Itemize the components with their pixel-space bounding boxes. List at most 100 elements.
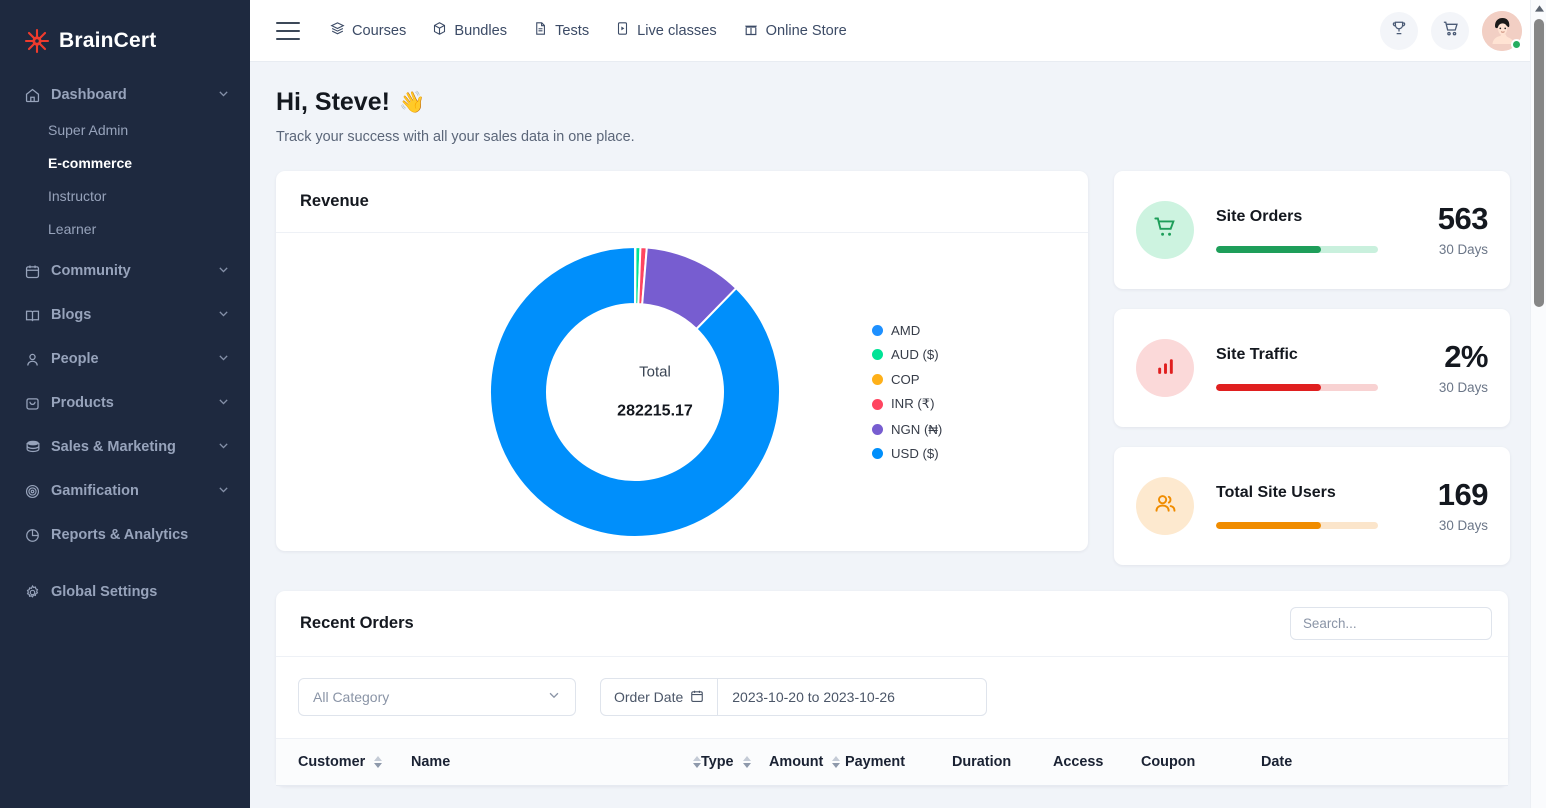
online-status-indicator <box>1511 39 1522 50</box>
sidebar-item-blogs[interactable]: Blogs <box>0 296 250 334</box>
legend-item[interactable]: NGN (₦) <box>872 422 942 437</box>
brand-logo[interactable]: BrainCert <box>0 0 250 62</box>
table-header-duration: Duration <box>952 754 1053 770</box>
users-icon <box>1152 490 1179 522</box>
calendar-icon <box>690 689 704 706</box>
sidebar-item-global-settings[interactable]: Global Settings <box>0 573 250 611</box>
topbar-actions <box>1380 11 1522 51</box>
top-navigation: Courses Bundles Te <box>330 21 847 41</box>
sort-toggle-icon[interactable] <box>693 756 701 768</box>
sidebar-item-sales-marketing[interactable]: Sales & Marketing <box>0 428 250 466</box>
order-date-button[interactable]: Order Date <box>601 679 718 715</box>
dashboard-top-row: Revenue Total 282215.17 AMDAUD <box>276 171 1510 565</box>
sidebar-item-people[interactable]: People <box>0 340 250 378</box>
chevron-down-icon <box>217 87 230 104</box>
stat-content: Total Site Users <box>1216 484 1404 529</box>
legend-label: AUD ($) <box>891 347 939 362</box>
user-avatar[interactable] <box>1482 11 1522 51</box>
stat-value: 2% <box>1404 341 1488 372</box>
sidebar-item-gamification[interactable]: Gamification <box>0 472 250 510</box>
stat-content: Site Traffic <box>1216 346 1404 391</box>
table-header-access: Access <box>1053 754 1141 770</box>
topnav-item-live-classes[interactable]: Live classes <box>615 21 717 40</box>
table-header-coupon: Coupon <box>1141 754 1261 770</box>
sort-toggle-icon[interactable] <box>832 756 840 768</box>
donut-svg <box>490 233 820 551</box>
topbar: Courses Bundles Te <box>250 0 1546 62</box>
legend-color-swatch <box>872 374 883 385</box>
sidebar-item-instructor[interactable]: Instructor <box>0 180 250 213</box>
legend-color-swatch <box>872 325 883 336</box>
stat-value: 563 <box>1404 203 1488 234</box>
stat-icon-wrap <box>1136 339 1194 397</box>
hamburger-icon[interactable] <box>276 22 300 40</box>
trophy-button[interactable] <box>1380 12 1418 50</box>
table-header-payment: Payment <box>845 754 952 770</box>
table-header-customer[interactable]: Customer <box>298 754 411 770</box>
search-input-wrap[interactable] <box>1290 607 1492 640</box>
box-icon <box>432 21 447 40</box>
cart-icon <box>1441 19 1460 43</box>
table-header-amount[interactable]: Amount <box>769 754 845 770</box>
stat-label: Site Orders <box>1216 208 1404 226</box>
orders-table-header: Customer NameTypeAmountPaymentDurationAcc… <box>276 738 1508 786</box>
chevron-down-icon <box>217 351 230 368</box>
store-icon <box>743 21 759 41</box>
braincert-logo-icon <box>24 28 50 54</box>
target-icon <box>24 483 45 500</box>
legend-color-swatch <box>872 424 883 435</box>
table-header-label: Access <box>1053 754 1103 770</box>
legend-item[interactable]: USD ($) <box>872 446 942 461</box>
search-input[interactable] <box>1303 616 1479 631</box>
cart-button[interactable] <box>1431 12 1469 50</box>
file-icon <box>533 21 548 40</box>
sidebar-item-community[interactable]: Community <box>0 252 250 290</box>
stat-value-wrap: 169 30 Days <box>1404 479 1488 533</box>
app-root: BrainCert Dashboard Super Admin E-commer… <box>0 0 1546 808</box>
table-header-label: Date <box>1261 754 1292 770</box>
sidebar-item-super-admin[interactable]: Super Admin <box>0 114 250 147</box>
scrollbar-thumb[interactable] <box>1534 19 1544 307</box>
donut-slice[interactable] <box>490 247 780 537</box>
legend-item[interactable]: AMD <box>872 323 942 338</box>
topnav-label: Online Store <box>766 23 847 39</box>
trophy-icon <box>1390 19 1408 42</box>
legend-item[interactable]: COP <box>872 372 942 387</box>
stat-value-wrap: 2% 30 Days <box>1404 341 1488 395</box>
stat-cards: Site Orders 563 30 Days <box>1114 171 1510 565</box>
sidebar-item-dashboard[interactable]: Dashboard <box>0 76 250 114</box>
category-filter-select[interactable]: All Category <box>298 678 576 716</box>
sidebar-item-e-commerce[interactable]: E-commerce <box>0 147 250 180</box>
table-header-label: Customer <box>298 754 365 770</box>
revenue-donut-chart[interactable]: Total 282215.17 <box>490 233 820 551</box>
table-header-type[interactable]: Type <box>701 754 769 770</box>
order-date-range-value[interactable]: 2023-10-20 to 2023-10-26 <box>718 679 986 715</box>
orders-filters: All Category Order Date <box>276 657 1508 738</box>
stat-value-wrap: 563 30 Days <box>1404 203 1488 257</box>
table-header-date: Date <box>1261 754 1341 770</box>
book-icon <box>24 307 45 324</box>
sort-toggle-icon[interactable] <box>374 756 382 768</box>
page-subtitle: Track your success with all your sales d… <box>276 129 1510 145</box>
sidebar-item-reports-analytics[interactable]: Reports & Analytics <box>0 516 250 554</box>
scroll-up-arrow-icon[interactable] <box>1531 0 1546 17</box>
stat-card-site-traffic: Site Traffic 2% 30 Days <box>1114 309 1510 427</box>
page-scrollbar[interactable] <box>1530 0 1546 808</box>
sidebar-item-products[interactable]: Products <box>0 384 250 422</box>
stat-label: Site Traffic <box>1216 346 1404 364</box>
table-header-name[interactable]: Name <box>411 754 701 770</box>
sort-toggle-icon[interactable] <box>743 756 751 768</box>
chevron-down-icon <box>217 483 230 500</box>
revenue-card-header: Revenue <box>276 171 1088 233</box>
topnav-item-courses[interactable]: Courses <box>330 21 406 40</box>
topnav-item-bundles[interactable]: Bundles <box>432 21 507 40</box>
legend-item[interactable]: INR (₹) <box>872 396 942 412</box>
coins-icon <box>24 438 45 456</box>
topnav-item-tests[interactable]: Tests <box>533 21 589 40</box>
sidebar-item-label: Dashboard <box>51 87 217 103</box>
sidebar-item-label: Gamification <box>51 483 217 499</box>
sidebar-item-learner[interactable]: Learner <box>0 213 250 246</box>
legend-item[interactable]: AUD ($) <box>872 347 942 362</box>
topnav-item-online-store[interactable]: Online Store <box>743 21 847 41</box>
pie-chart-icon <box>24 527 45 544</box>
